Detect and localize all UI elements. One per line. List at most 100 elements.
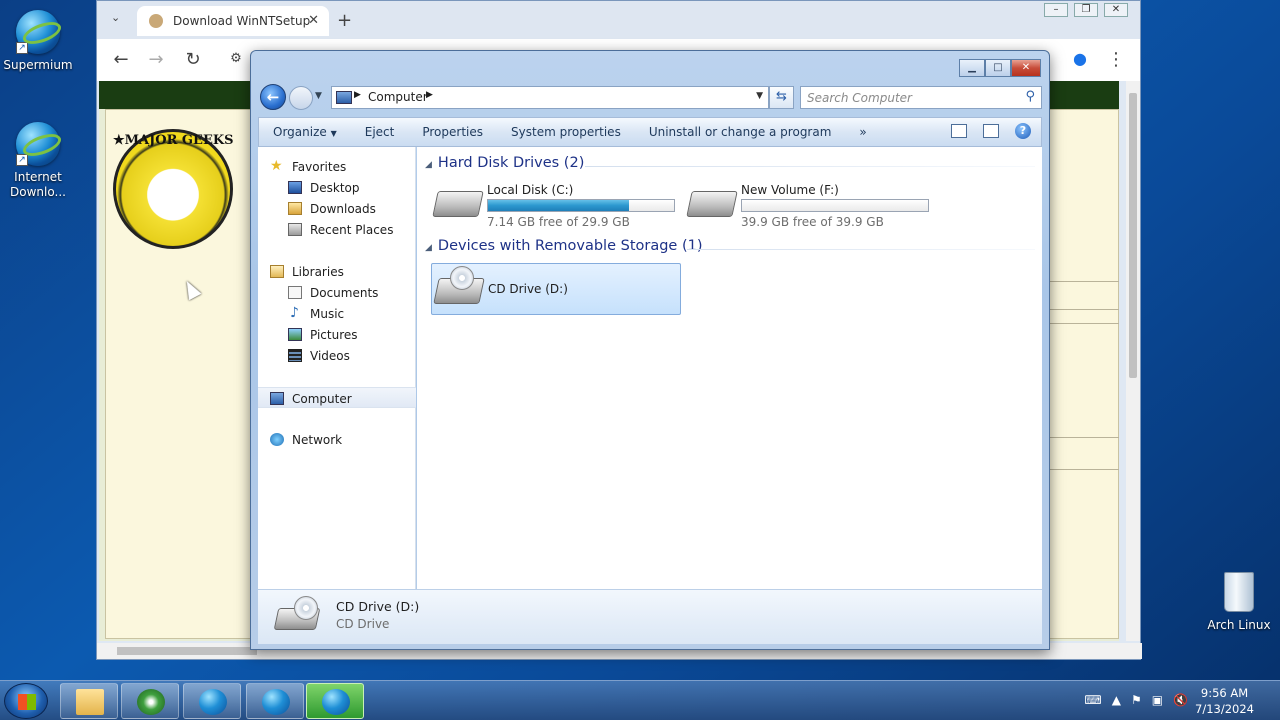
nav-desktop[interactable]: Desktop	[258, 177, 416, 198]
organize-button[interactable]: Organize ▼	[259, 125, 351, 139]
site-info-icon[interactable]: ⚙	[225, 51, 247, 66]
breadcrumb-arrow-icon[interactable]: ▶	[426, 90, 433, 100]
details-item-type: CD Drive	[336, 617, 390, 631]
taskbar-explorer-button[interactable]	[60, 683, 118, 719]
desktop-icon-internet-download[interactable]: ↗ Internet Downlo...	[0, 122, 76, 200]
nav-libraries[interactable]: Libraries	[258, 261, 416, 282]
recent-locations-chevron-icon[interactable]: ▼	[315, 91, 322, 101]
desktop-icon-label: Supermium	[3, 58, 73, 72]
taskbar-clock[interactable]: 9:56 AM 7/13/2024	[1195, 685, 1254, 717]
drive-usage-bar	[741, 199, 929, 212]
close-button[interactable]: ✕	[1104, 3, 1128, 17]
collapse-triangle-icon: ◢	[425, 160, 432, 170]
show-hidden-icons-icon[interactable]: ▲	[1112, 693, 1121, 707]
change-view-icon[interactable]	[951, 124, 967, 138]
taskbar-media-player-button[interactable]	[121, 683, 179, 719]
properties-button[interactable]: Properties	[408, 125, 497, 139]
taskbar-browser-button[interactable]	[246, 683, 304, 719]
keyboard-icon[interactable]: ⌨	[1084, 693, 1101, 707]
reload-button[interactable]: ↻	[182, 49, 204, 70]
tab-strip: ⌄ Download WinNTSetup ✕ + – ❐ ✕	[97, 1, 1140, 39]
favicon-icon	[149, 14, 163, 28]
nav-favorites[interactable]: ★ Favorites	[258, 156, 416, 177]
search-icon[interactable]: ⚲	[1025, 89, 1035, 104]
nav-documents[interactable]: Documents	[258, 282, 416, 303]
taskbar-idm-button[interactable]	[306, 683, 364, 719]
hard-drive-icon	[686, 191, 738, 217]
network-tray-icon[interactable]: ▣	[1152, 693, 1163, 707]
desktop-icon-supermium[interactable]: ↗ Supermium	[0, 10, 76, 73]
nav-music[interactable]: ♪ Music	[258, 303, 416, 324]
maximize-button[interactable]: ❐	[1074, 3, 1098, 17]
page-vertical-scrollbar[interactable]	[1126, 81, 1140, 641]
taskbar-supermium-button[interactable]	[183, 683, 241, 719]
tab-search-chevron-icon[interactable]: ⌄	[111, 11, 120, 24]
search-input[interactable]: Search Computer ⚲	[800, 86, 1042, 109]
nav-network[interactable]: Network	[258, 429, 416, 450]
command-bar: Organize ▼ Eject Properties System prope…	[258, 117, 1042, 147]
system-tray: ⌨ ▲ ⚑ ▣ 🔇	[1084, 693, 1188, 707]
chevron-down-icon: ▼	[330, 129, 337, 138]
refresh-button[interactable]: ⇆	[769, 86, 794, 109]
details-pane: CD Drive (D:) CD Drive	[258, 589, 1042, 644]
drive-cd-d[interactable]: CD Drive (D:)	[431, 263, 681, 315]
page-divider	[1049, 469, 1119, 470]
pictures-icon	[288, 328, 302, 341]
desktop-icon-recycle-bin[interactable]: Arch Linux	[1207, 572, 1271, 632]
drive-new-volume-f[interactable]: New Volume (F:) 39.9 GB free of 39.9 GB	[685, 181, 935, 233]
system-properties-button[interactable]: System properties	[497, 125, 635, 139]
start-button[interactable]	[4, 683, 48, 719]
close-button[interactable]: ✕	[1011, 59, 1041, 77]
back-button[interactable]: ←	[260, 84, 286, 110]
drive-name: Local Disk (C:)	[487, 183, 574, 197]
recycle-bin-icon	[1224, 572, 1254, 612]
browser-tab[interactable]: Download WinNTSetup ✕	[137, 6, 329, 36]
action-center-flag-icon[interactable]: ⚑	[1131, 693, 1142, 707]
minimize-button[interactable]: –	[1044, 3, 1068, 17]
more-commands-button[interactable]: »	[845, 125, 880, 139]
desktop-icon-label: Internet Downlo...	[10, 170, 66, 199]
group-header-removable[interactable]: ◢ Devices with Removable Storage (1)	[425, 238, 703, 254]
back-button[interactable]: ←	[110, 49, 132, 70]
scrollbar-thumb[interactable]	[1129, 93, 1137, 378]
eject-button[interactable]: Eject	[351, 125, 409, 139]
close-tab-icon[interactable]: ✕	[308, 13, 319, 28]
address-bar[interactable]: ▶ Computer ▶ ▼	[331, 86, 769, 109]
shortcut-arrow-icon: ↗	[16, 42, 28, 54]
nav-downloads[interactable]: Downloads	[258, 198, 416, 219]
nav-pictures[interactable]: Pictures	[258, 324, 416, 345]
maximize-button[interactable]: □	[985, 59, 1011, 77]
drive-local-disk-c[interactable]: Local Disk (C:) 7.14 GB free of 29.9 GB	[431, 181, 681, 233]
profile-avatar-icon[interactable]: ●	[1069, 49, 1091, 68]
computer-icon	[270, 392, 284, 405]
minimize-button[interactable]: ▁	[959, 59, 985, 77]
content-pane: ◢ Hard Disk Drives (2) Local Disk (C:) 7.…	[417, 147, 1042, 589]
scrollbar-thumb[interactable]	[117, 647, 257, 655]
nav-label: Pictures	[310, 328, 358, 342]
windows-media-icon	[137, 689, 165, 715]
collapse-triangle-icon: ◢	[425, 243, 432, 253]
organize-label: Organize	[273, 125, 327, 139]
browser-window-controls: – ❐ ✕	[1044, 3, 1128, 17]
nav-label: Desktop	[310, 181, 360, 195]
address-dropdown-icon[interactable]: ▼	[756, 91, 763, 101]
group-header-hard-disk[interactable]: ◢ Hard Disk Drives (2)	[425, 155, 584, 171]
nav-videos[interactable]: Videos	[258, 345, 416, 366]
uninstall-program-button[interactable]: Uninstall or change a program	[635, 125, 846, 139]
breadcrumb-arrow-icon[interactable]: ▶	[354, 90, 361, 100]
nav-recent-places[interactable]: Recent Places	[258, 219, 416, 240]
documents-icon	[288, 286, 302, 299]
forward-button[interactable]	[289, 86, 313, 110]
volume-muted-icon[interactable]: 🔇	[1173, 693, 1188, 707]
nav-label: Downloads	[310, 202, 376, 216]
help-icon[interactable]: ?	[1015, 123, 1031, 139]
new-tab-button[interactable]: +	[337, 10, 352, 31]
nav-computer[interactable]: Computer	[258, 387, 416, 408]
preview-pane-icon[interactable]	[983, 124, 999, 138]
breadcrumb-computer[interactable]: Computer	[368, 90, 428, 104]
details-item-name: CD Drive (D:)	[336, 599, 420, 614]
browser-menu-icon[interactable]: ⋮	[1105, 49, 1127, 70]
star-icon: ★	[270, 158, 283, 174]
forward-button[interactable]: →	[145, 49, 167, 70]
group-divider	[687, 249, 1035, 250]
